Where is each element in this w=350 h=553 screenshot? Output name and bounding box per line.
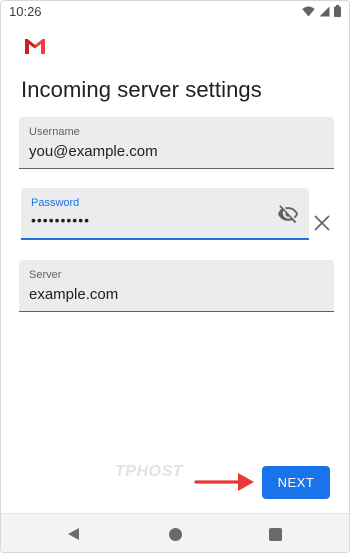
status-bar: 10:26 [1, 1, 349, 23]
password-value[interactable]: •••••••••• [31, 212, 90, 228]
password-label: Password [31, 197, 80, 209]
username-value[interactable]: you@example.com [29, 143, 158, 160]
home-circle-icon[interactable] [169, 528, 182, 541]
username-field[interactable]: Username you@example.com [19, 117, 334, 169]
navigation-bar [1, 513, 349, 552]
server-field[interactable]: Server example.com [19, 260, 334, 312]
back-triangle-icon[interactable] [67, 527, 80, 541]
password-field[interactable]: Password •••••••••• [21, 188, 309, 240]
phone-screen: 10:26 Incoming server settings Username … [0, 0, 350, 553]
page-title: Incoming server settings [21, 77, 262, 102]
signal-icon [319, 6, 330, 16]
battery-icon [334, 5, 341, 17]
status-icons [302, 5, 341, 17]
arrow-right-icon [194, 473, 254, 491]
watermark-logo: TPHOST [115, 463, 183, 480]
visibility-off-icon[interactable] [277, 203, 299, 225]
gmail-icon [25, 39, 45, 54]
username-label: Username [29, 126, 80, 138]
server-label: Server [29, 269, 62, 281]
close-icon[interactable] [312, 213, 332, 233]
recent-square-icon[interactable] [269, 528, 282, 541]
server-value[interactable]: example.com [29, 286, 118, 303]
wifi-icon [302, 6, 315, 16]
next-button[interactable]: NEXT [262, 466, 330, 499]
status-time: 10:26 [9, 4, 42, 19]
